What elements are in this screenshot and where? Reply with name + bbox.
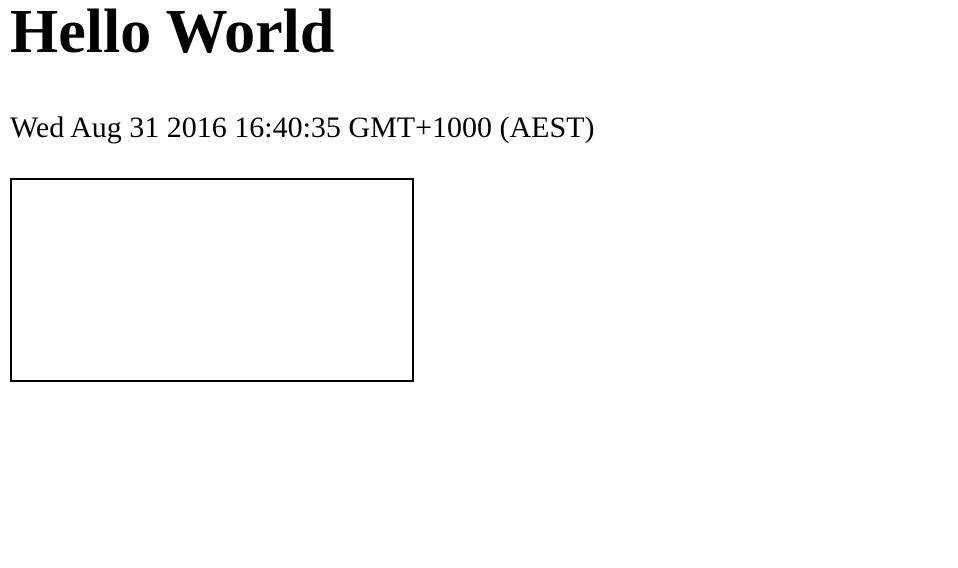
page-title: Hello World — [10, 0, 335, 66]
timestamp-text: Wed Aug 31 2016 16:40:35 GMT+1000 (AEST) — [10, 111, 595, 144]
empty-bordered-box — [10, 178, 414, 382]
